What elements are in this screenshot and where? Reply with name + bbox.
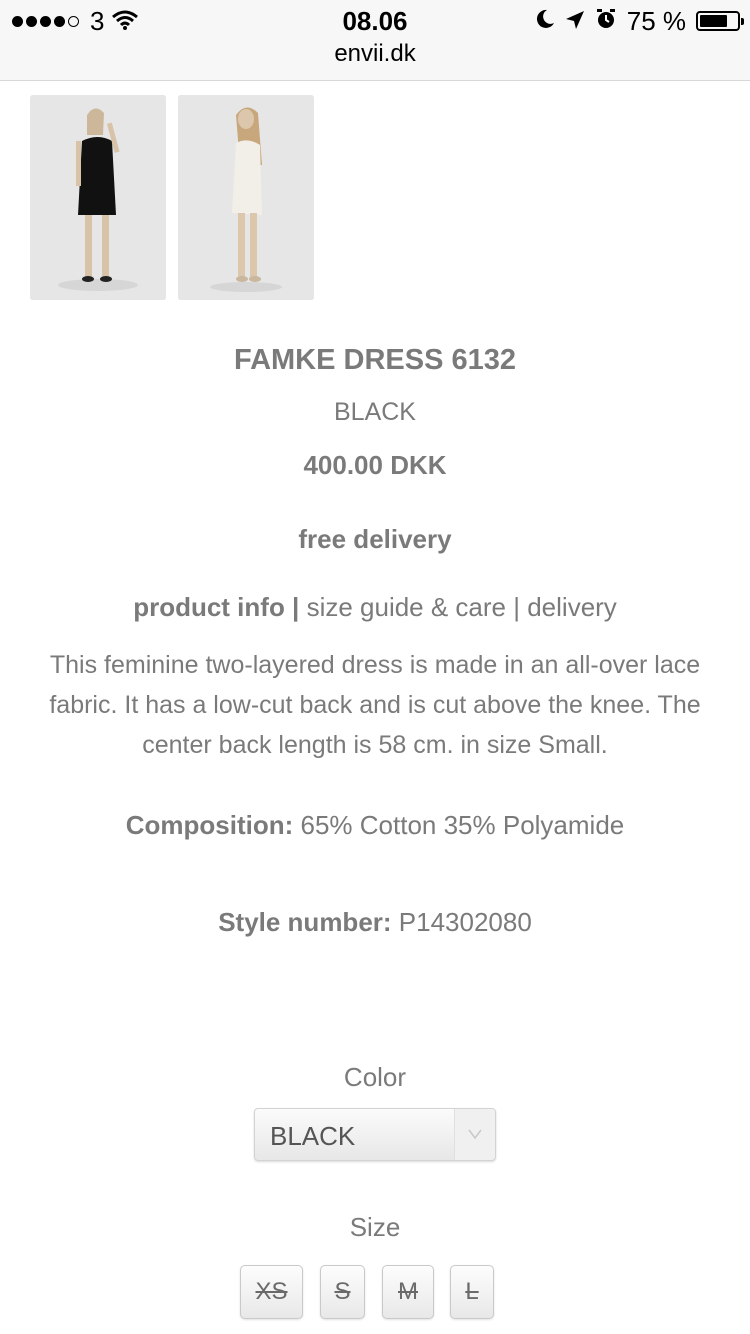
color-select[interactable]: BLACK [254,1108,496,1161]
product-tabs: product info | size guide & care | deliv… [0,592,750,623]
composition: Composition: 65% Cotton 35% Polyamide [0,810,750,841]
browser-status-bar: 3 08.06 75 % envii.dk [0,0,750,81]
color-label: Color [343,1062,407,1092]
tab-size-guide-care[interactable]: size guide & care [307,592,506,622]
size-button-s[interactable]: S [320,1265,365,1319]
battery-icon [696,11,744,31]
chevron-down-icon[interactable] [454,1109,495,1160]
size-button-xs[interactable]: XS [240,1265,303,1319]
style-number: Style number: P14302080 [0,907,750,938]
style-number-value: P14302080 [391,907,532,937]
composition-label: Composition: [125,810,294,840]
moon-icon [535,6,555,37]
status-icons: 75 % [535,5,744,37]
product-color: BLACK [334,398,416,426]
tab-separator: | [284,592,307,622]
product-title: FAMKE DRESS 6132 [233,344,517,376]
product-thumbnail-black[interactable] [30,95,166,300]
product-price: 400.00 DKK [303,450,447,480]
product-thumbnail-white[interactable] [178,95,314,300]
model-black-dress-image [30,95,166,300]
alarm-icon [595,6,617,37]
delivery-note: free delivery [298,524,452,554]
style-number-label: Style number: [218,907,392,937]
tab-product-info[interactable]: product info [133,592,285,622]
size-button-m[interactable]: M [382,1265,434,1319]
tab-delivery[interactable]: delivery [527,592,617,622]
address-bar-url[interactable]: envii.dk [0,40,750,68]
size-button-l[interactable]: L [450,1265,494,1319]
color-select-value: BLACK [270,1121,356,1151]
location-arrow-icon [565,6,585,37]
composition-value: 65% Cotton 35% Polyamide [293,810,625,840]
battery-fill [700,15,727,27]
tab-separator: | [506,592,528,622]
battery-percent: 75 % [626,5,686,36]
model-white-dress-image [178,95,314,300]
size-options: XS S M L [0,1265,750,1321]
product-description: This feminine two-layered dress is made … [49,651,701,759]
size-label: Size [349,1212,401,1242]
